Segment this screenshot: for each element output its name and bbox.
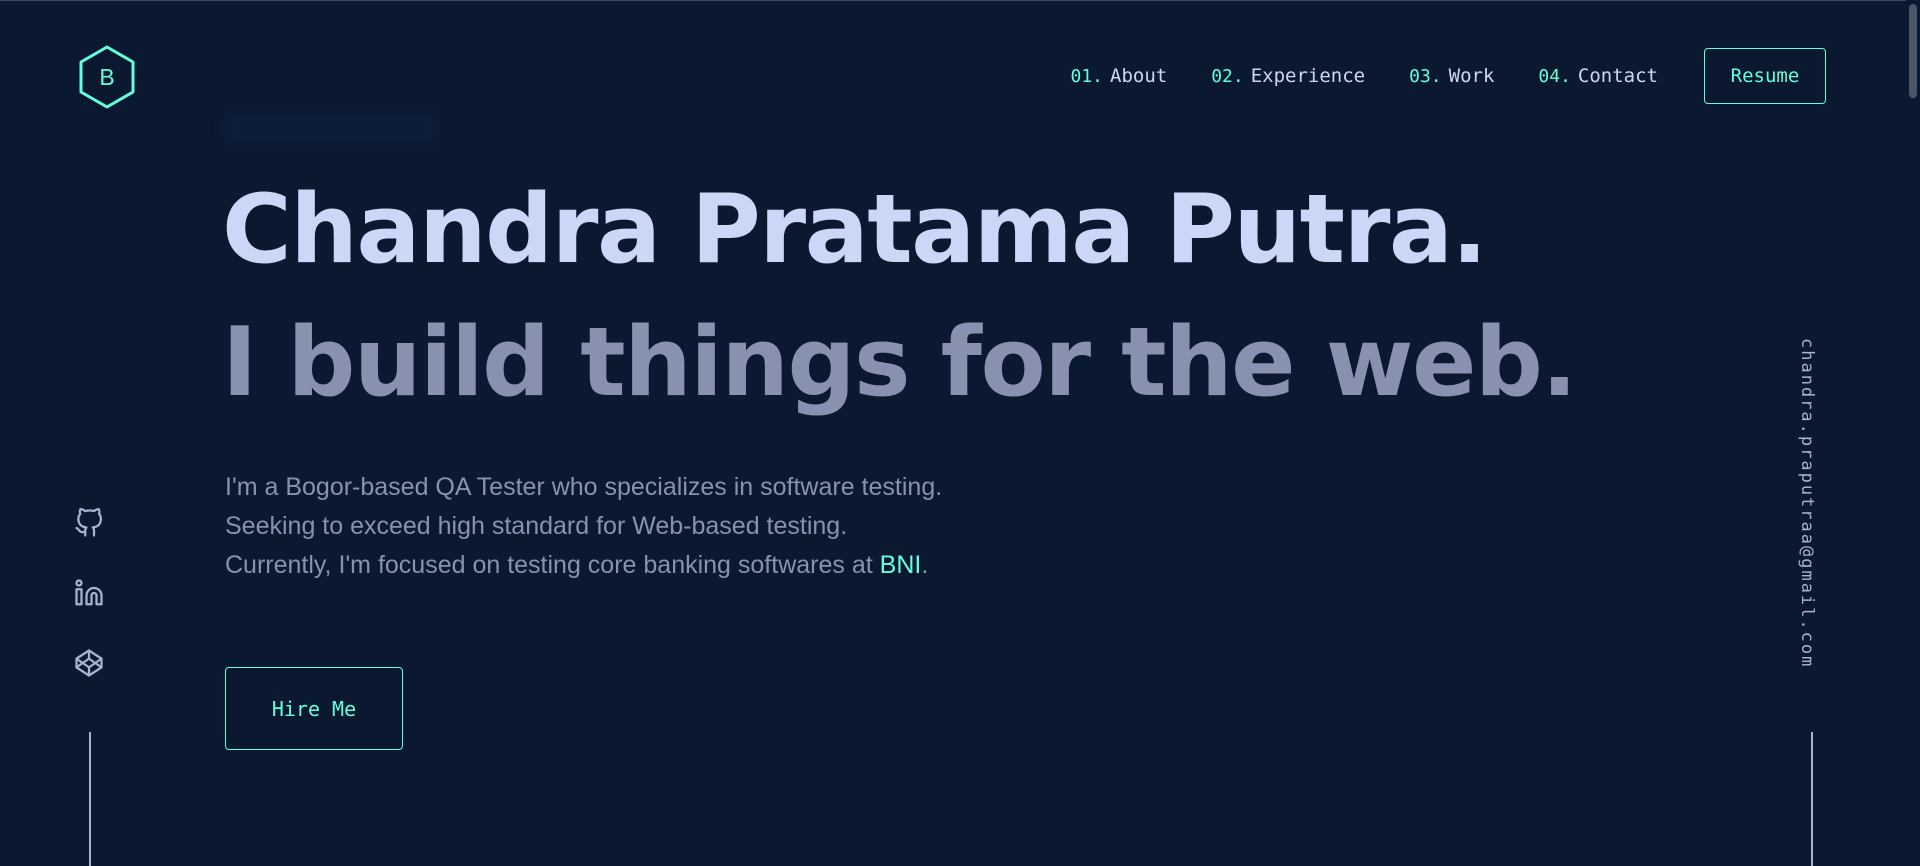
linkedin-link[interactable] (74, 578, 104, 608)
site-logo[interactable]: B (77, 44, 137, 110)
right-vertical-line (1811, 732, 1813, 866)
nav-item-experience[interactable]: 02. Experience (1211, 65, 1365, 87)
nav-number: 01. (1070, 65, 1104, 87)
nav-label: Work (1448, 65, 1495, 87)
resume-button[interactable]: Resume (1704, 48, 1826, 104)
nav-label: Contact (1577, 65, 1658, 87)
github-icon (75, 508, 102, 537)
nav-label: About (1110, 65, 1168, 87)
left-vertical-line (89, 732, 91, 866)
main-nav: 01. About 02. Experience 03. Work 04. Co… (1071, 47, 1826, 105)
top-border (0, 0, 1920, 1)
scrollbar-thumb[interactable] (1909, 4, 1917, 98)
email-sidebar: chandra.praputraa@gmail.com (1797, 338, 1827, 698)
hero-tagline: I build things for the web. (222, 308, 1577, 418)
social-links (74, 508, 104, 718)
description-text: Currently, I'm focused on testing core b… (225, 551, 880, 579)
scrollbar-track[interactable] (1906, 0, 1920, 866)
codepen-link[interactable] (74, 648, 104, 678)
nav-label: Experience (1250, 65, 1366, 87)
description-line: Currently, I'm focused on testing core b… (225, 546, 1085, 585)
codepen-icon (75, 649, 103, 677)
greeting-placeholder (225, 110, 437, 146)
nav-item-work[interactable]: 03. Work (1409, 65, 1494, 87)
github-link[interactable] (74, 508, 104, 538)
hero-description: I'm a Bogor-based QA Tester who speciali… (225, 468, 1085, 585)
nav-number: 03. (1409, 65, 1442, 87)
nav-item-about[interactable]: 01. About (1071, 65, 1168, 87)
linkedin-icon (75, 579, 103, 606)
bni-link[interactable]: BNI (880, 551, 922, 579)
description-line: I'm a Bogor-based QA Tester who speciali… (225, 473, 943, 501)
email-link[interactable]: chandra.praputraa@gmail.com (1797, 338, 1817, 668)
hero-name: Chandra Pratama Putra. (222, 175, 1488, 285)
hire-me-button[interactable]: Hire Me (225, 667, 403, 750)
nav-number: 04. (1538, 65, 1571, 87)
logo-letter: B (99, 63, 115, 90)
nav-number: 02. (1211, 65, 1244, 87)
description-line: Seeking to exceed high standard for Web-… (225, 512, 848, 540)
description-text: . (921, 551, 929, 579)
nav-item-contact[interactable]: 04. Contact (1538, 65, 1658, 87)
